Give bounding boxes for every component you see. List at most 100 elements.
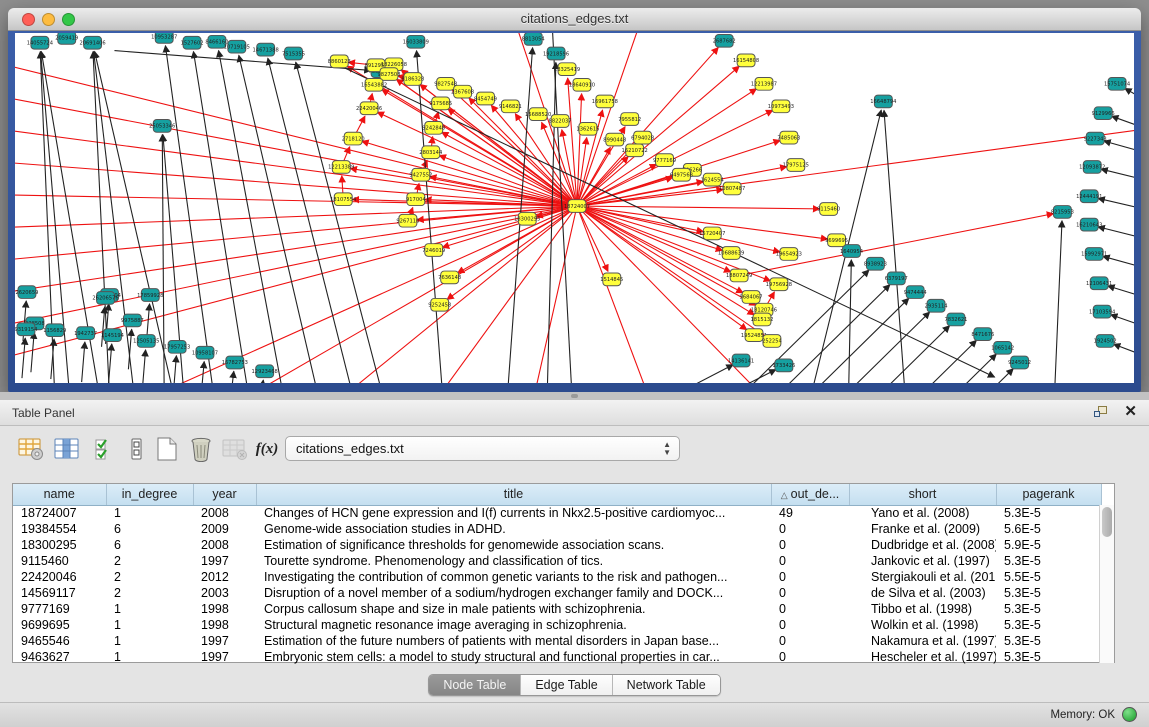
table-cell[interactable]: Nakamura et al. (1997) [849,633,996,649]
citing-node-16154808[interactable]: 16154808 [733,54,759,67]
function-builder-icon[interactable]: f(x) [252,434,282,464]
scrollbar-thumb[interactable] [1102,507,1112,537]
edge[interactable] [1104,141,1134,152]
table-cell[interactable]: 5.9E-5 [996,537,1101,553]
citing-node-9427552[interactable]: 9427552 [409,168,432,181]
citing-node-8454749[interactable]: 8454749 [474,92,497,105]
citing-node-9242848[interactable]: 9242848 [422,121,445,134]
table-cell[interactable]: 0 [771,537,849,553]
table-cell[interactable]: Estimation of the future numbers of pati… [256,633,771,649]
cited-node-1065142[interactable]: 1065142 [991,341,1014,354]
citing-node-10973493[interactable]: 10973493 [768,100,794,113]
citation-network-graph[interactable]: 1405572420594192069140610953287152760284… [15,33,1134,383]
citing-node-9175685[interactable]: 9175685 [429,97,452,110]
citing-node-9115460[interactable]: 9115460 [817,203,840,216]
table-cell[interactable]: Changes of HCN gene expression and I(f) … [256,505,771,521]
citing-node-252254[interactable]: 252254 [762,335,782,348]
table-cell[interactable]: 1 [106,505,193,521]
table-row[interactable]: 1830029562008Estimation of significance … [13,537,1101,553]
table-cell[interactable]: 1998 [193,617,256,633]
table-cell[interactable]: 1 [106,649,193,665]
citing-node-1514845[interactable]: 1514845 [600,273,623,286]
table-cell[interactable]: 2008 [193,505,256,521]
table-cell[interactable]: 0 [771,649,849,665]
table-cell[interactable]: 5.3E-5 [996,505,1101,521]
citing-node-19654923[interactable]: 19654923 [776,248,802,261]
table-header-row[interactable]: namein_degreeyeartitle△out_de...shortpag… [13,484,1101,505]
citing-node-10807487[interactable]: 10807487 [719,182,745,195]
edge[interactable] [31,332,34,372]
table-row[interactable]: 1872400712008Changes of HCN gene express… [13,505,1101,521]
table-cell[interactable]: 0 [771,601,849,617]
cited-node-10958107[interactable]: 10958107 [192,346,218,359]
table-cell[interactable]: 1 [106,601,193,617]
citing-node-9146821[interactable]: 9146821 [499,100,522,113]
column-header-name[interactable]: name [13,484,106,505]
edge[interactable] [15,194,577,206]
citing-node-18640910[interactable]: 18640910 [569,78,595,91]
table-cell[interactable]: 2009 [193,521,256,537]
column-header-out-de-[interactable]: △out_de... [771,484,849,505]
cited-node-7515355[interactable]: 7515355 [282,47,305,60]
table-cell[interactable]: 9115460 [13,553,106,569]
citing-node-2367608[interactable]: 2367608 [451,85,474,98]
table-cell[interactable]: 19384554 [13,521,106,537]
cited-node-12093872[interactable]: 12093872 [1079,161,1105,174]
edge[interactable] [1108,286,1134,297]
citing-node-9777169[interactable]: 9777169 [653,154,676,167]
edge[interactable] [193,51,248,383]
column-header-year[interactable]: year [193,484,256,505]
table-cell[interactable]: Disruption of a novel member of a sodium… [256,585,771,601]
node-table[interactable]: namein_degreeyeartitle△out_de...shortpag… [13,484,1102,665]
edge[interactable] [1114,344,1134,356]
edge[interactable] [22,338,25,378]
citing-node-10688639[interactable]: 10688639 [718,247,744,260]
cited-node-1145194[interactable]: 1145194 [101,329,124,342]
edge[interactable] [343,67,995,377]
table-cell[interactable]: 9777169 [13,601,106,617]
table-cell[interactable]: Stergiakouli et al. (2012) [849,569,996,585]
cited-node-16648794[interactable]: 16648794 [870,95,896,108]
cited-node-16210643[interactable]: 16210643 [1076,218,1102,231]
citing-node-917004[interactable]: 917004 [406,193,426,206]
tab-node-table[interactable]: Node Table [429,675,521,695]
edge[interactable] [1125,88,1134,99]
edge[interactable] [234,206,577,383]
citing-node-7485063[interactable]: 7485063 [777,131,800,144]
table-cell[interactable]: Corpus callosum shape and size in male p… [256,601,771,617]
citing-node-22420046[interactable]: 22420046 [356,102,382,115]
table-cell[interactable]: 1997 [193,553,256,569]
edge[interactable] [173,356,176,383]
citing-node-15720407[interactable]: 15720407 [699,227,725,240]
edge[interactable] [1054,221,1062,383]
table-cell[interactable]: Structural magnetic resonance image aver… [256,617,771,633]
edge[interactable] [1101,169,1134,180]
cited-node-8471676[interactable]: 8471676 [971,328,994,341]
cited-node-1527602[interactable]: 1527602 [181,36,204,49]
table-cell[interactable]: Investigating the contribution of common… [256,569,771,585]
table-row[interactable]: 2242004622012Investigating the contribut… [13,569,1101,585]
table-cell[interactable]: 22420046 [13,569,106,585]
table-cell[interactable]: 5.3E-5 [996,633,1101,649]
table-cell[interactable]: 0 [771,585,849,601]
citing-node-6497568[interactable]: 6497568 [670,168,693,181]
edge[interactable] [382,89,577,206]
cited-node-2935114[interactable]: 2935114 [925,299,948,312]
citing-node-18300295[interactable]: 18300295 [514,212,540,225]
cited-node-26206576[interactable]: 26206576 [92,292,118,305]
citing-node-18325419[interactable]: 18325419 [554,63,580,76]
table-cell[interactable]: Tourette syndrome. Phenomenology and cla… [256,553,771,569]
edge[interactable] [231,371,234,383]
delete-rows-icon[interactable] [186,434,216,464]
table-cell[interactable]: 5.3E-5 [996,617,1101,633]
citing-node-15688520[interactable]: 15688520 [525,108,551,121]
column-header-pagerank[interactable]: pagerank [996,484,1101,505]
cited-node-15751074[interactable]: 15751074 [1104,77,1130,90]
citing-node-8186328[interactable]: 8186328 [401,73,424,86]
table-cell[interactable]: 5.3E-5 [996,585,1101,601]
table-cell[interactable]: 0 [771,521,849,537]
edge[interactable] [577,206,820,209]
cited-node-2059419[interactable]: 2059419 [55,33,78,44]
edge[interactable] [880,369,1013,383]
table-mode-icon[interactable] [16,434,46,464]
